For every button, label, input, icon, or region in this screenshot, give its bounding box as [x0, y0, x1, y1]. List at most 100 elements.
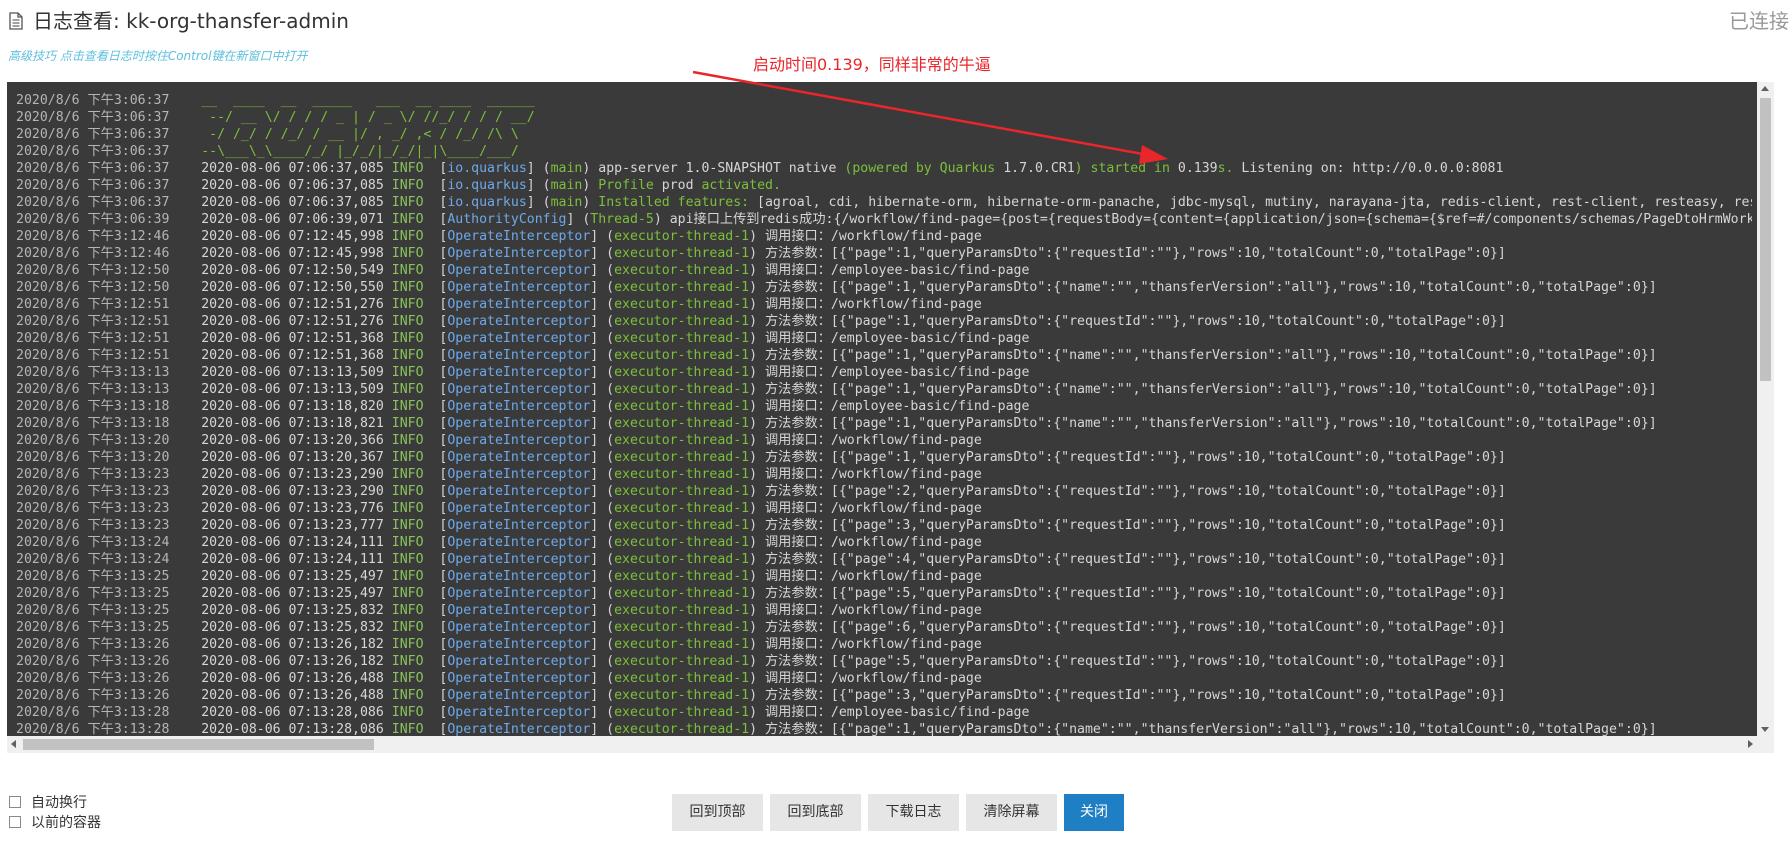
log-timestamp: 2020/8/6 下午3:13:28 — [16, 722, 170, 737]
scroll-top-button[interactable]: 回到顶部 — [672, 794, 763, 831]
log-message: 方法参数：[{"page":1,"queryParamsDto":{"name"… — [764, 280, 1657, 295]
log-message: 方法参数：[{"page":3,"queryParamsDto":{"reque… — [764, 518, 1506, 533]
log-line: 2020/8/6 下午3:12:50 2020-08-06 07:12:50,5… — [16, 280, 1657, 295]
log-thread: executor-thread-1 — [614, 552, 750, 567]
log-class: OperateInterceptor — [447, 433, 591, 448]
log-line: 2020/8/6 下午3:12:50 2020-08-06 07:12:50,5… — [16, 263, 1030, 278]
banner-art: __ ____ __ _____ ___ __ ____ ______ — [201, 93, 543, 108]
log-class: OperateInterceptor — [447, 654, 591, 669]
log-line: 2020/8/6 下午3:13:18 2020-08-06 07:13:18,8… — [16, 416, 1657, 431]
log-time: 2020-08-06 07:13:25,497 — [201, 569, 384, 584]
log-time: 2020-08-06 07:13:18,820 — [201, 399, 384, 414]
previous-container-checkbox[interactable] — [9, 816, 21, 828]
previous-container-option[interactable]: 以前的容器 — [9, 812, 101, 832]
horizontal-scrollbar[interactable] — [7, 736, 1774, 753]
log-class: OperateInterceptor — [447, 297, 591, 312]
log-thread: executor-thread-1 — [614, 263, 750, 278]
log-time: 2020-08-06 07:12:51,368 — [201, 348, 384, 363]
auto-wrap-checkbox[interactable] — [9, 796, 21, 808]
log-thread: executor-thread-1 — [614, 416, 750, 431]
previous-container-label: 以前的容器 — [31, 815, 101, 831]
log-time: 2020-08-06 07:12:51,276 — [201, 314, 384, 329]
log-console[interactable]: 2020/8/6 下午3:06:37 __ ____ __ _____ ___ … — [7, 82, 1774, 753]
auto-wrap-option[interactable]: 自动换行 — [9, 792, 87, 812]
log-thread: main — [550, 178, 583, 193]
log-line: 2020/8/6 下午3:06:37 -/ /_/ / /_/ / __ |/ … — [16, 126, 1752, 143]
log-class: io.quarkus — [447, 178, 527, 193]
log-level: INFO — [391, 229, 424, 244]
log-thread: executor-thread-1 — [614, 280, 750, 295]
log-time: 2020-08-06 07:12:50,549 — [201, 263, 384, 278]
log-message: 调用接口：/workflow/find-page — [764, 433, 982, 448]
vertical-scrollbar[interactable] — [1757, 82, 1774, 736]
log-time: 2020-08-06 07:13:23,290 — [201, 484, 384, 499]
log-class: io.quarkus — [447, 195, 527, 210]
log-message: 方法参数：[{"page":4,"queryParamsDto":{"reque… — [764, 552, 1506, 567]
log-time: 2020-08-06 07:13:26,182 — [201, 654, 384, 669]
log-thread: executor-thread-1 — [614, 518, 750, 533]
log-thread: executor-thread-1 — [614, 671, 750, 686]
tips-text: 高级技巧 点击查看日志时按住Control键在新窗口中打开 — [8, 49, 308, 63]
close-button[interactable]: 关闭 — [1064, 794, 1124, 831]
log-class: OperateInterceptor — [447, 263, 591, 278]
log-thread: executor-thread-1 — [614, 603, 750, 618]
header-bar: 日志查看: kk-org-thansfer-admin 已连接 — [0, 0, 1791, 46]
log-class: OperateInterceptor — [447, 365, 591, 380]
log-timestamp: 2020/8/6 下午3:12:51 — [16, 314, 170, 329]
log-thread: executor-thread-1 — [614, 569, 750, 584]
log-message: 方法参数：[{"page":1,"queryParamsDto":{"name"… — [764, 348, 1657, 363]
log-message: 调用接口：/workflow/find-page — [764, 297, 982, 312]
log-message: 方法参数：[{"page":6,"queryParamsDto":{"reque… — [764, 620, 1506, 635]
log-message: 调用接口：/workflow/find-page — [764, 229, 982, 244]
log-message: 调用接口：/employee-basic/find-page — [764, 365, 1030, 380]
download-log-button[interactable]: 下载日志 — [868, 794, 959, 831]
log-class: OperateInterceptor — [447, 535, 591, 550]
log-timestamp: 2020/8/6 下午3:13:18 — [16, 416, 170, 431]
log-level: INFO — [391, 348, 424, 363]
horizontal-scroll-thumb[interactable] — [23, 739, 374, 750]
log-time: 2020-08-06 07:13:25,497 — [201, 586, 384, 601]
log-message: 方法参数：[{"page":1,"queryParamsDto":{"name"… — [764, 416, 1657, 431]
log-time: 2020-08-06 07:13:28,086 — [201, 722, 384, 737]
log-line: 2020/8/6 下午3:13:23 2020-08-06 07:13:23,7… — [16, 501, 982, 516]
log-level: INFO — [391, 246, 424, 261]
vertical-scroll-thumb[interactable] — [1760, 98, 1771, 381]
log-level: INFO — [391, 620, 424, 635]
log-message: 调用接口：/workflow/find-page — [764, 637, 982, 652]
log-level: INFO — [391, 450, 424, 465]
log-line: 2020/8/6 下午3:13:26 2020-08-06 07:13:26,4… — [16, 671, 982, 686]
log-line: 2020/8/6 下午3:06:37 2020-08-06 07:06:37,0… — [16, 161, 1504, 176]
scroll-bottom-button[interactable]: 回到底部 — [770, 794, 861, 831]
log-time: 2020-08-06 07:13:23,290 — [201, 467, 384, 482]
scroll-down-icon[interactable] — [1761, 727, 1769, 732]
log-time: 2020-08-06 07:13:13,509 — [201, 382, 384, 397]
log-time: 2020-08-06 07:13:28,086 — [201, 705, 384, 720]
log-time: 2020-08-06 07:13:23,776 — [201, 501, 384, 516]
log-thread: executor-thread-1 — [614, 620, 750, 635]
log-line: 2020/8/6 下午3:13:26 2020-08-06 07:13:26,1… — [16, 637, 982, 652]
log-level: INFO — [391, 467, 424, 482]
log-class: AuthorityConfig — [447, 212, 567, 227]
log-level: INFO — [391, 297, 424, 312]
log-time: 2020-08-06 07:13:26,488 — [201, 688, 384, 703]
clear-screen-button[interactable]: 清除屏幕 — [966, 794, 1057, 831]
log-time: 2020-08-06 07:12:45,998 — [201, 229, 384, 244]
log-level: INFO — [391, 484, 424, 499]
scroll-up-icon[interactable] — [1761, 86, 1769, 91]
log-class: OperateInterceptor — [447, 722, 591, 737]
log-timestamp: 2020/8/6 下午3:12:51 — [16, 348, 170, 363]
log-level: INFO — [391, 399, 424, 414]
log-line: 2020/8/6 下午3:06:37 --\___\_\____/_/ |_/_… — [16, 143, 1752, 160]
log-thread: main — [550, 161, 583, 176]
log-line: 2020/8/6 下午3:13:25 2020-08-06 07:13:25,4… — [16, 586, 1506, 601]
log-class: OperateInterceptor — [447, 382, 591, 397]
app-name: kk-org-thansfer-admin — [126, 9, 349, 33]
scroll-right-icon[interactable] — [1748, 740, 1753, 748]
page-title: 日志查看: kk-org-thansfer-admin — [33, 9, 349, 33]
log-class: OperateInterceptor — [447, 586, 591, 601]
log-level: INFO — [391, 535, 424, 550]
scroll-left-icon[interactable] — [11, 740, 16, 748]
log-line: 2020/8/6 下午3:12:51 2020-08-06 07:12:51,3… — [16, 331, 1030, 346]
log-thread: executor-thread-1 — [614, 331, 750, 346]
banner-art: --\___\_\____/_/ |_/_/|_/_/|_|\____/___/ — [201, 144, 543, 159]
